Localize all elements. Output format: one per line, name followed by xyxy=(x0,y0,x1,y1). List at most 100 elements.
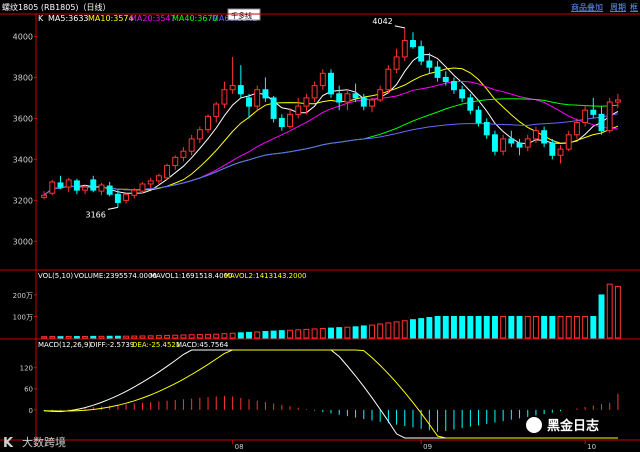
ma40-label: MA40:3670 xyxy=(172,14,218,23)
volume-bar-down xyxy=(516,315,523,339)
candle-up xyxy=(98,184,105,192)
volume-bar-down xyxy=(442,315,449,339)
volume-bar-up xyxy=(532,315,539,339)
volume-bar-up xyxy=(377,323,384,339)
volume-bar-up xyxy=(254,331,261,339)
volume-tick-label: 100万 xyxy=(13,313,33,321)
volume-bar-down xyxy=(418,318,425,339)
annotation-label: 3166 xyxy=(86,210,106,219)
candle-down xyxy=(483,122,490,136)
add-commodity-button[interactable]: 商品叠加 xyxy=(571,2,603,12)
ma20-label: MA20:3547 xyxy=(130,14,176,23)
mavol2-value: MAVOL2:1413143.2000 xyxy=(224,272,306,280)
candle-down xyxy=(516,142,523,148)
candle-up xyxy=(188,138,195,152)
candle-down xyxy=(328,72,334,95)
more-button[interactable]: 框 xyxy=(630,2,638,12)
volume-bar-down xyxy=(328,327,334,339)
volume-bar-up xyxy=(369,324,375,339)
diff-value: DIFF:-2.5739 xyxy=(90,341,134,349)
ma-legend: MA5:3633 MA10:3574 MA20:3547 MA40:3670 M… xyxy=(48,14,258,23)
volume-bar-up xyxy=(49,336,56,339)
candle-down xyxy=(360,97,367,107)
candle-down xyxy=(549,142,556,156)
candle-up xyxy=(557,148,564,156)
volume-bar-up xyxy=(205,333,212,339)
macd-legend: MACD(12,26,9) DIFF:-2.5739 DEA:-25.4521 … xyxy=(38,341,229,349)
candle-up xyxy=(385,68,392,91)
candle-up xyxy=(49,181,56,194)
candle-down xyxy=(270,97,277,119)
volume-bar-up xyxy=(65,335,72,339)
volume-bar-up xyxy=(188,334,195,339)
macd-tick-label: 60 xyxy=(24,386,33,394)
mavol1-value: MAVOL1:1691518.4000 xyxy=(150,272,232,280)
macd-tick-label: 120 xyxy=(20,365,33,373)
candle-up xyxy=(401,40,408,58)
candle-up xyxy=(155,175,162,182)
candle-up xyxy=(303,97,310,107)
volume-bar-up xyxy=(614,285,621,339)
price-tick-label: 3000 xyxy=(13,237,33,246)
candle-up xyxy=(524,138,531,148)
volume-bar-up xyxy=(98,335,105,339)
volume-bar-up xyxy=(500,315,507,339)
volume-bar-up xyxy=(196,334,203,339)
candle-up xyxy=(573,122,580,136)
candle-down xyxy=(598,113,605,132)
volume-bar-up xyxy=(221,333,228,339)
candle-down xyxy=(90,179,97,191)
candle-up xyxy=(147,180,154,185)
candle-down xyxy=(278,117,285,128)
period-button[interactable]: 周期 xyxy=(610,3,626,12)
macd-tick-label: 0 xyxy=(29,407,33,415)
volume-bar-down xyxy=(434,315,441,339)
candle-down xyxy=(106,185,113,195)
volume-bar-up xyxy=(385,322,392,339)
watermark-logo-text: K xyxy=(3,436,14,451)
candle-down xyxy=(434,66,441,78)
candle-down xyxy=(442,76,449,83)
date-tick-label: 08 xyxy=(235,443,244,451)
candle-down xyxy=(410,40,416,48)
volume-bar-up xyxy=(295,329,302,339)
candle-down xyxy=(467,97,474,111)
price-tick-label: 4000 xyxy=(13,32,33,41)
volume-bar-down xyxy=(336,327,343,339)
candle-up xyxy=(205,115,212,131)
candle-down xyxy=(114,193,121,203)
candle-up xyxy=(614,99,621,103)
volume-bar-down xyxy=(426,317,433,339)
candle-up xyxy=(319,72,326,87)
volume-bar-down xyxy=(450,315,457,339)
candle-down xyxy=(246,97,252,107)
price-tick-label: 3200 xyxy=(13,196,33,205)
candle-up xyxy=(131,189,138,196)
volume-bar-down xyxy=(57,336,64,339)
candle-up xyxy=(139,183,146,192)
tooltip-text: 千多线 xyxy=(231,11,252,20)
volume-bar-up xyxy=(131,335,138,339)
candle-up xyxy=(565,134,572,150)
candle-down xyxy=(237,85,244,95)
volume-bar-up xyxy=(287,329,293,339)
price-tick-label: 3800 xyxy=(13,73,33,82)
watermark-left-text: 大数跨境 xyxy=(22,435,66,449)
volume-bar-down xyxy=(475,315,482,339)
volume-bar-down xyxy=(541,315,548,339)
volume-bar-down xyxy=(459,315,466,339)
dea-value: DEA:-25.4521 xyxy=(132,341,180,349)
candle-down xyxy=(73,180,80,191)
candle-up xyxy=(582,109,589,124)
volume-tick-label: 200万 xyxy=(13,292,33,300)
volume-bar-down xyxy=(590,315,597,339)
candle-up xyxy=(164,165,171,179)
volume-bar-down xyxy=(598,294,605,339)
candle-up xyxy=(311,85,318,99)
volume-bar-down xyxy=(467,315,474,339)
volume-bar-up xyxy=(344,326,351,339)
candle-down xyxy=(459,89,466,99)
volume-bar-up xyxy=(139,335,146,339)
indicator-label: K xyxy=(38,14,44,23)
volume-bar-up xyxy=(213,333,220,339)
